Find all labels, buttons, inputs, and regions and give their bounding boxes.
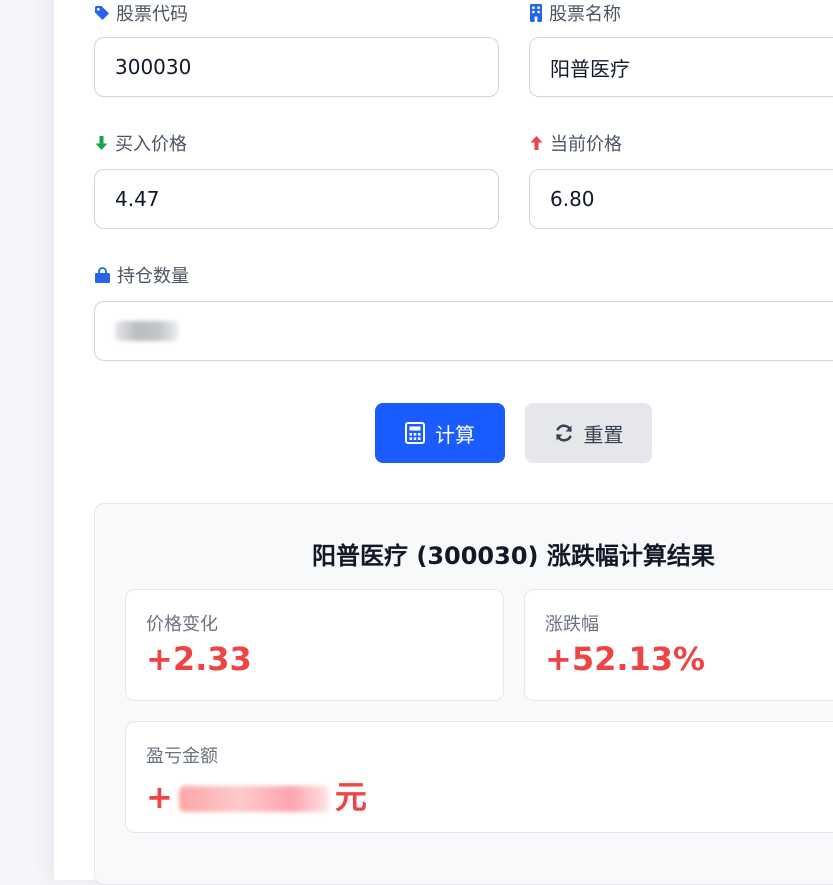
calculate-button-label: 计算 (435, 422, 475, 447)
quantity-label-text: 持仓数量 (117, 266, 189, 287)
current-price-value: 6.80 (550, 187, 595, 211)
buy-price-label: 买入价格 (94, 130, 187, 156)
refresh-icon (555, 424, 572, 442)
building-icon (530, 4, 542, 22)
current-price-label-text: 当前价格 (550, 134, 622, 155)
change-percent-value: +52.13% (545, 640, 706, 678)
change-percent-label: 涨跌幅 (545, 614, 599, 635)
profit-loss-value: + 元 (146, 772, 367, 818)
profit-loss-unit: 元 (334, 778, 367, 816)
stock-code-label-text: 股票代码 (116, 4, 188, 25)
buy-price-value: 4.47 (115, 187, 160, 211)
tag-icon (95, 6, 109, 20)
change-percent-card: 涨跌幅 +52.13% (524, 589, 833, 701)
profit-loss-sign: + (146, 778, 173, 816)
stock-name-label: 股票名称 (529, 0, 621, 26)
stock-code-value: 300030 (115, 55, 192, 79)
arrow-up-icon (530, 136, 543, 150)
stock-name-label-text: 股票名称 (549, 4, 621, 25)
current-price-label: 当前价格 (529, 130, 622, 156)
price-change-card: 价格变化 +2.33 (125, 589, 504, 701)
reset-button-label: 重置 (583, 422, 624, 447)
price-change-value: +2.33 (146, 640, 252, 678)
reset-button[interactable]: 重置 (525, 403, 652, 463)
quantity-redacted-value (115, 321, 179, 341)
stock-name-input[interactable]: 阳普医疗 (529, 37, 833, 97)
stock-code-input[interactable]: 300030 (94, 37, 499, 97)
quantity-input[interactable] (94, 301, 833, 361)
arrow-down-icon (95, 136, 108, 150)
buy-price-input[interactable]: 4.47 (94, 169, 499, 229)
shopping-bag-icon (95, 267, 110, 283)
stock-code-label: 股票代码 (94, 0, 188, 26)
stock-name-value: 阳普医疗 (550, 56, 630, 81)
buy-price-label-text: 买入价格 (115, 134, 187, 155)
current-price-input[interactable]: 6.80 (529, 169, 833, 229)
quantity-label: 持仓数量 (94, 262, 189, 288)
profit-loss-label: 盈亏金额 (146, 746, 218, 767)
calculate-button[interactable]: 计算 (375, 403, 505, 463)
result-title: 阳普医疗 (300030) 涨跌幅计算结果 (312, 542, 715, 570)
price-change-label: 价格变化 (146, 614, 218, 635)
profit-loss-redacted-amount (178, 786, 329, 812)
profit-loss-card: 盈亏金额 + 元 (125, 721, 833, 833)
calculator-icon (405, 422, 425, 444)
